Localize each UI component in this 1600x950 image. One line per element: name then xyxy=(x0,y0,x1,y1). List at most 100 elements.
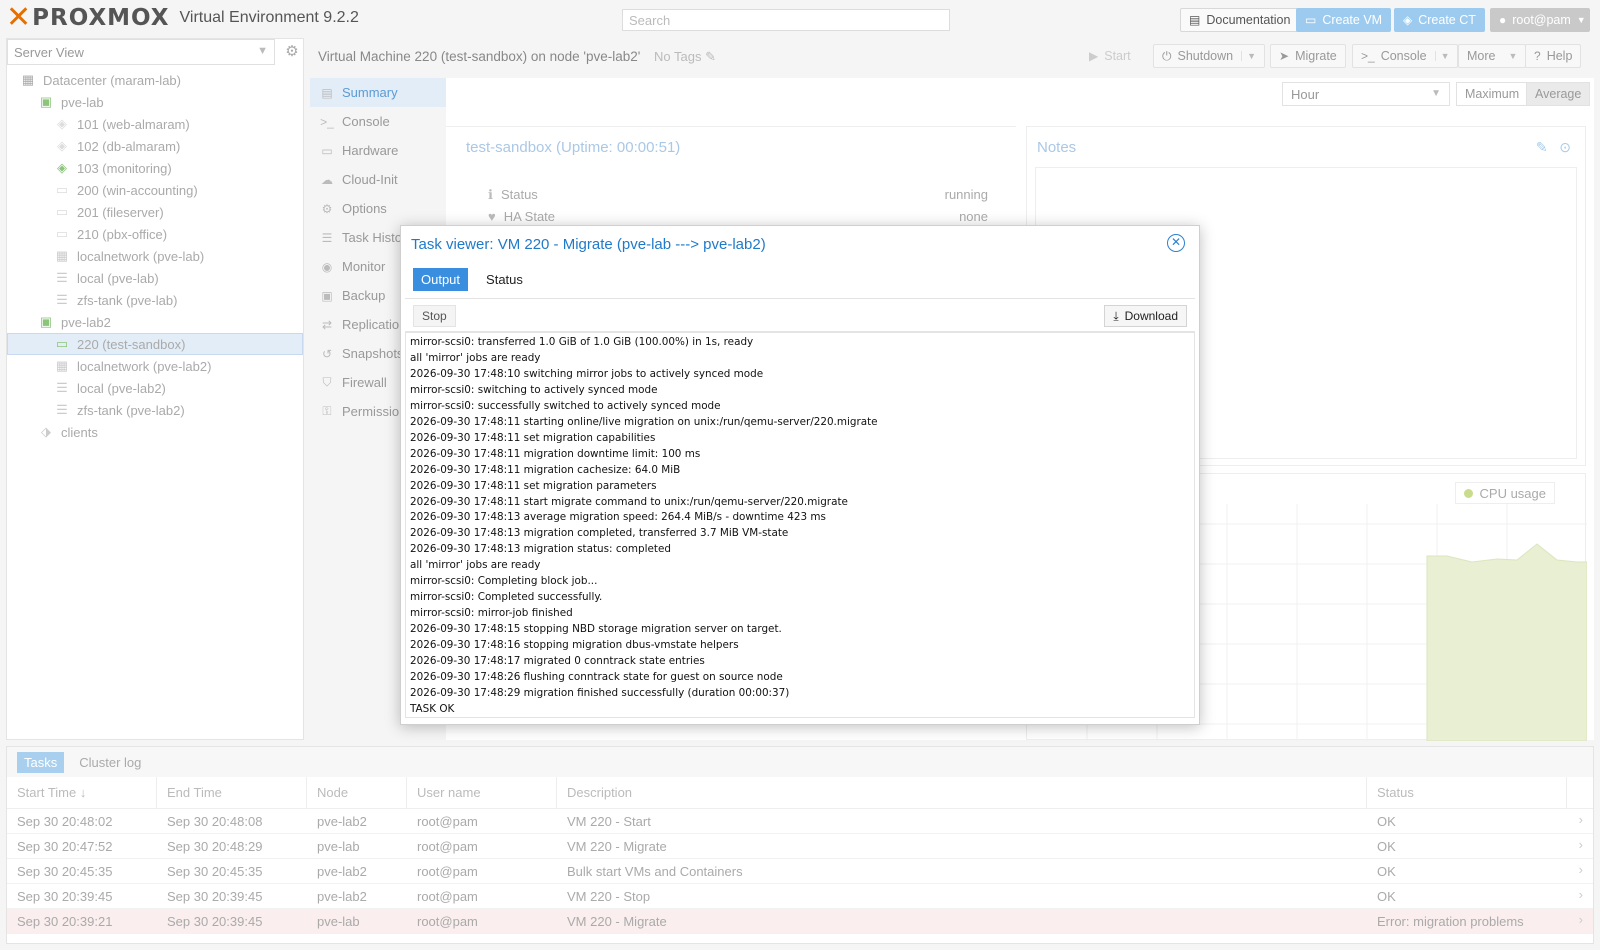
create-ct-button[interactable]: ◈ Create CT xyxy=(1394,8,1485,32)
tree-item-localnetwork-pve-lab[interactable]: ▦ localnetwork (pve-lab) xyxy=(7,245,303,267)
power-icon: ⏻ xyxy=(1162,48,1172,63)
container-running-icon: ◈ xyxy=(57,160,67,175)
tree-item-node-pve-lab[interactable]: ▣ pve-lab xyxy=(7,91,303,113)
network-grid-icon: ▦ xyxy=(55,358,69,373)
tags-editor[interactable]: No Tags ✎ xyxy=(654,49,716,65)
log-line: 2026-09-30 17:48:29 migration finished s… xyxy=(410,686,790,699)
vm-icon: ▭ xyxy=(55,204,69,219)
migrate-button[interactable]: ➤ Migrate xyxy=(1270,44,1346,68)
tree-item-ct-101[interactable]: ◈ 101 (web-almaram) xyxy=(7,113,303,135)
list-icon: ☰ xyxy=(321,230,333,245)
column-user-name[interactable]: User name xyxy=(407,776,557,809)
column-status[interactable]: Status xyxy=(1367,776,1567,809)
stop-button[interactable]: Stop xyxy=(413,305,456,327)
table-row[interactable]: Sep 30 20:48:02 Sep 30 20:48:08 pve-lab2 ro… xyxy=(7,809,1593,834)
storage-icon: ☰ xyxy=(56,402,68,417)
view-selector[interactable]: Server View ▼ xyxy=(7,39,275,65)
documentation-button[interactable]: ▤ Documentation xyxy=(1180,8,1300,32)
column-end-time[interactable]: End Time xyxy=(157,776,307,809)
chevron-right-icon[interactable]: › xyxy=(1579,862,1583,877)
log-line: 2026-09-30 17:48:11 set migration parame… xyxy=(410,479,657,492)
chevron-right-icon[interactable]: › xyxy=(1579,812,1583,827)
tree-item-local-pve-lab2[interactable]: ☰ local (pve-lab2) xyxy=(7,377,303,399)
node-online-icon: ▣ xyxy=(39,94,53,109)
tree-item-vm-200[interactable]: ▭ 200 (win-accounting) xyxy=(7,179,303,201)
log-line: mirror-scsi0: successfully switched to a… xyxy=(410,399,721,412)
task-table-header: Start Time ↓ End Time Node User name Des… xyxy=(7,776,1593,809)
tab-cloud-init[interactable]: ☁ Cloud-Init xyxy=(310,165,446,194)
chevron-down-icon: ▼ xyxy=(1434,51,1449,61)
task-output-log[interactable]: mirror-scsi0: transferred 1.0 GiB of 1.0… xyxy=(405,332,1195,718)
search-input[interactable]: Search xyxy=(622,9,950,31)
column-start-time[interactable]: Start Time ↓ xyxy=(7,776,157,809)
tab-console[interactable]: >_ Console xyxy=(310,107,446,136)
tab-tasks[interactable]: Tasks xyxy=(17,751,65,773)
edit-icon[interactable]: ✎ xyxy=(1536,139,1548,155)
maximum-button[interactable]: Maximum xyxy=(1456,82,1529,106)
close-icon[interactable]: ✕ xyxy=(1167,234,1185,252)
log-line: 2026-09-30 17:48:15 stopping NBD storage… xyxy=(410,623,782,636)
tree-item-vm-220[interactable]: ▭ 220 (test-sandbox) xyxy=(7,333,303,355)
dialog-toolbar: Stop ⤓ Download xyxy=(405,298,1195,332)
table-row-error[interactable]: Sep 30 20:39:21 Sep 30 20:39:45 pve-lab roo… xyxy=(7,909,1593,934)
table-row[interactable]: Sep 30 20:39:45 Sep 30 20:39:45 pve-lab2 ro… xyxy=(7,884,1593,909)
log-line: 2026-09-30 17:48:26 flushing conntrack s… xyxy=(410,671,783,684)
paper-plane-icon: ➤ xyxy=(1279,49,1290,63)
tree-item-local-pve-lab[interactable]: ☰ local (pve-lab) xyxy=(7,267,303,289)
log-line: all 'mirror' jobs are ready xyxy=(410,351,541,364)
tree-item-clients[interactable]: ⬗ clients xyxy=(7,421,303,443)
retweet-icon: ⇄ xyxy=(321,317,333,332)
column-description[interactable]: Description xyxy=(557,776,1367,809)
tree-item-vm-210[interactable]: ▭ 210 (pbx-office) xyxy=(7,223,303,245)
tree-item-vm-201[interactable]: ▭ 201 (fileserver) xyxy=(7,201,303,223)
shutdown-button[interactable]: ⏻ Shutdown ▼ xyxy=(1153,44,1266,68)
column-node[interactable]: Node xyxy=(307,776,407,809)
log-line: mirror-scsi0: transferred 1.0 GiB of 1.0… xyxy=(410,336,754,348)
create-vm-button[interactable]: ▭ Create VM xyxy=(1296,8,1392,32)
chevron-right-icon[interactable]: › xyxy=(1579,837,1583,852)
tree-item-datacenter[interactable]: ▦ Datacenter (maram-lab) xyxy=(7,69,303,91)
tab-options[interactable]: ⚙ Options xyxy=(310,194,446,223)
tree-item-node-pve-lab2[interactable]: ▣ pve-lab2 xyxy=(7,311,303,333)
start-button[interactable]: ▶ Start xyxy=(1080,44,1140,68)
log-line: mirror-scsi0: mirror-job finished xyxy=(410,607,573,620)
log-line: 2026-09-30 17:48:11 starting online/live… xyxy=(410,415,878,428)
more-button[interactable]: More ▼ xyxy=(1458,44,1527,68)
help-button[interactable]: ? Help xyxy=(1525,44,1582,68)
tab-status[interactable]: Status xyxy=(478,268,531,291)
gear-icon[interactable]: ⚙ xyxy=(281,41,303,63)
user-menu-button[interactable]: ● root@pam ▼ xyxy=(1490,8,1590,32)
history-icon: ↺ xyxy=(321,346,333,361)
download-button[interactable]: ⤓ Download xyxy=(1104,305,1187,327)
tree-item-zfs-tank-pve-lab2[interactable]: ☰ zfs-tank (pve-lab2) xyxy=(7,399,303,421)
floppy-icon: ▣ xyxy=(321,288,333,303)
cube-icon: ◈ xyxy=(1403,13,1413,27)
tab-hardware[interactable]: ▭ Hardware xyxy=(310,136,446,165)
timeframe-select[interactable]: Hour ▼ xyxy=(1282,82,1450,106)
table-row[interactable]: Sep 30 20:45:35 Sep 30 20:45:35 pve-lab2 ro… xyxy=(7,859,1593,884)
table-row[interactable]: Sep 30 20:47:52 Sep 30 20:48:29 pve-lab roo… xyxy=(7,834,1593,859)
tree-item-localnetwork-pve-lab2[interactable]: ▦ localnetwork (pve-lab2) xyxy=(7,355,303,377)
collapse-icon[interactable]: ⊙ xyxy=(1559,139,1571,155)
tree-item-zfs-tank-pve-lab[interactable]: ☰ zfs-tank (pve-lab) xyxy=(7,289,303,311)
chevron-right-icon[interactable]: › xyxy=(1579,912,1583,927)
tree-item-ct-102[interactable]: ◈ 102 (db-almaram) xyxy=(7,135,303,157)
log-line: mirror-scsi0: Completed successfully. xyxy=(410,591,603,604)
notes-title: Notes xyxy=(1037,139,1077,156)
storage-icon: ☰ xyxy=(56,380,68,395)
cpu-legend[interactable]: CPU usage xyxy=(1454,482,1555,504)
tags-icon: ⬗ xyxy=(41,424,51,439)
tab-output[interactable]: Output xyxy=(413,268,469,291)
shield-icon: ⛉ xyxy=(322,375,332,389)
book-icon: ▤ xyxy=(321,85,333,100)
tab-cluster-log[interactable]: Cluster log xyxy=(72,752,148,773)
console-button[interactable]: >_ Console ▼ xyxy=(1352,44,1459,68)
network-grid-icon: ▦ xyxy=(55,248,69,263)
chevron-down-icon: ▼ xyxy=(1241,51,1256,61)
storage-icon: ☰ xyxy=(56,292,68,307)
tab-summary[interactable]: ▤ Summary xyxy=(310,78,446,107)
average-button[interactable]: Average xyxy=(1526,82,1591,106)
help-icon: ? xyxy=(1534,49,1541,63)
tree-item-ct-103[interactable]: ◈ 103 (monitoring) xyxy=(7,157,303,179)
chevron-right-icon[interactable]: › xyxy=(1579,887,1583,902)
